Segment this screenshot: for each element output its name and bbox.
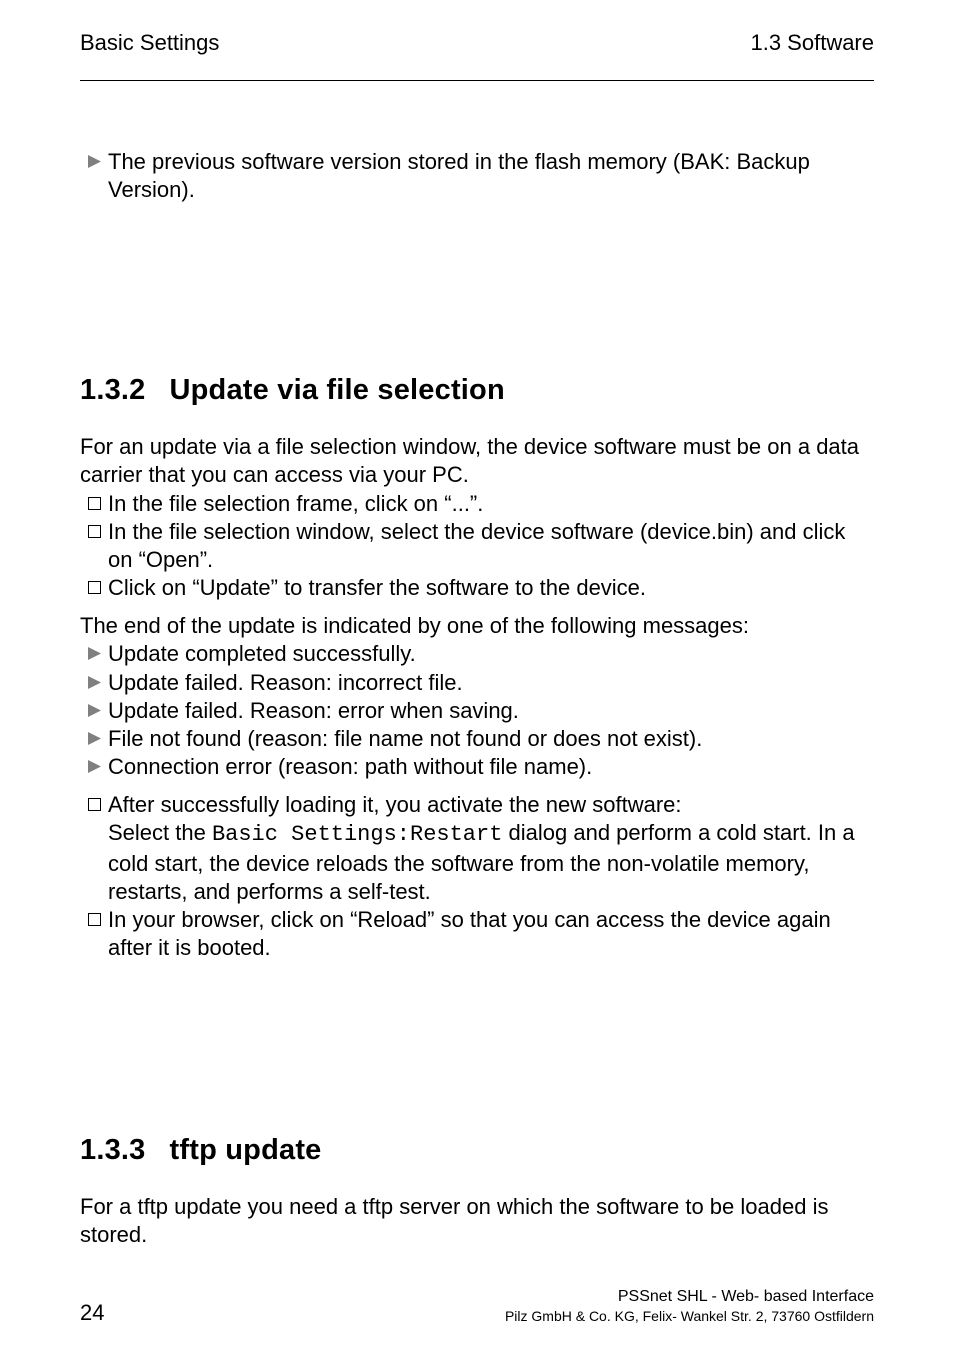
section-132-para1: For an update via a file selection windo… bbox=[80, 433, 874, 489]
check-row-5: In your browser, click on “Reload” so th… bbox=[80, 906, 874, 962]
checkbox-icon bbox=[80, 490, 108, 510]
section-132-title: Update via file selection bbox=[170, 374, 505, 407]
triangle-bullet-icon bbox=[80, 669, 108, 689]
header-right: 1.3 Software bbox=[750, 30, 874, 56]
intro-bullet-text: The previous software version stored in … bbox=[108, 148, 874, 204]
check-row-4: After successfully loading it, you activ… bbox=[80, 791, 874, 906]
footer-line1: PSSnet SHL - Web- based Interface bbox=[104, 1286, 874, 1308]
tri-text-3: Update failed. Reason: error when saving… bbox=[108, 697, 874, 725]
page-header: Basic Settings 1.3 Software bbox=[80, 30, 874, 56]
check-row-2: In the file selection window, select the… bbox=[80, 518, 874, 574]
section-133-heading: 1.3.3 tftp update bbox=[80, 1134, 874, 1167]
check-text-1: In the file selection frame, click on “.… bbox=[108, 490, 874, 518]
tri-text-4: File not found (reason: file name not fo… bbox=[108, 725, 874, 753]
check-row-1: In the file selection frame, click on “.… bbox=[80, 490, 874, 518]
triangle-bullet-icon bbox=[80, 697, 108, 717]
footer-text: PSSnet SHL - Web- based Interface Pilz G… bbox=[104, 1286, 874, 1326]
header-rule bbox=[80, 80, 874, 81]
check-text-4: After successfully loading it, you activ… bbox=[108, 791, 874, 906]
check-text-3: Click on “Update” to transfer the softwa… bbox=[108, 574, 874, 602]
page-footer: 24 PSSnet SHL - Web- based Interface Pil… bbox=[80, 1286, 874, 1326]
section-132-number: 1.3.2 bbox=[80, 374, 146, 407]
checkbox-icon bbox=[80, 906, 108, 926]
check4-prefix: Select the bbox=[108, 820, 212, 845]
tri-row-1: Update completed successfully. bbox=[80, 640, 874, 668]
tri-row-2: Update failed. Reason: incorrect file. bbox=[80, 669, 874, 697]
triangle-bullet-icon bbox=[80, 725, 108, 745]
section-132-heading: 1.3.2 Update via file selection bbox=[80, 374, 874, 407]
check4-line1: After successfully loading it, you activ… bbox=[108, 792, 682, 817]
triangle-bullet-icon bbox=[80, 148, 108, 168]
section-133-para: For a tftp update you need a tftp server… bbox=[80, 1193, 874, 1249]
checkbox-icon bbox=[80, 574, 108, 594]
section-133-number: 1.3.3 bbox=[80, 1134, 146, 1167]
checkbox-icon bbox=[80, 518, 108, 538]
triangle-bullet-icon bbox=[80, 640, 108, 660]
triangle-bullet-icon bbox=[80, 753, 108, 773]
footer-line2: Pilz GmbH & Co. KG, Felix- Wankel Str. 2… bbox=[104, 1307, 874, 1326]
section-133-title: tftp update bbox=[170, 1134, 322, 1167]
tri-text-1: Update completed successfully. bbox=[108, 640, 874, 668]
tri-text-5: Connection error (reason: path without f… bbox=[108, 753, 874, 781]
content-area: The previous software version stored in … bbox=[80, 148, 874, 1249]
page-number: 24 bbox=[80, 1300, 104, 1326]
section-132-para2: The end of the update is indicated by on… bbox=[80, 612, 874, 640]
checkbox-icon bbox=[80, 791, 108, 811]
check4-mono: Basic Settings:Restart bbox=[212, 822, 502, 847]
check-text-5: In your browser, click on “Reload” so th… bbox=[108, 906, 874, 962]
tri-text-2: Update failed. Reason: incorrect file. bbox=[108, 669, 874, 697]
intro-bullet-row: The previous software version stored in … bbox=[80, 148, 874, 204]
tri-row-5: Connection error (reason: path without f… bbox=[80, 753, 874, 781]
tri-row-3: Update failed. Reason: error when saving… bbox=[80, 697, 874, 725]
tri-row-4: File not found (reason: file name not fo… bbox=[80, 725, 874, 753]
check-row-3: Click on “Update” to transfer the softwa… bbox=[80, 574, 874, 602]
header-left: Basic Settings bbox=[80, 30, 219, 56]
check-text-2: In the file selection window, select the… bbox=[108, 518, 874, 574]
